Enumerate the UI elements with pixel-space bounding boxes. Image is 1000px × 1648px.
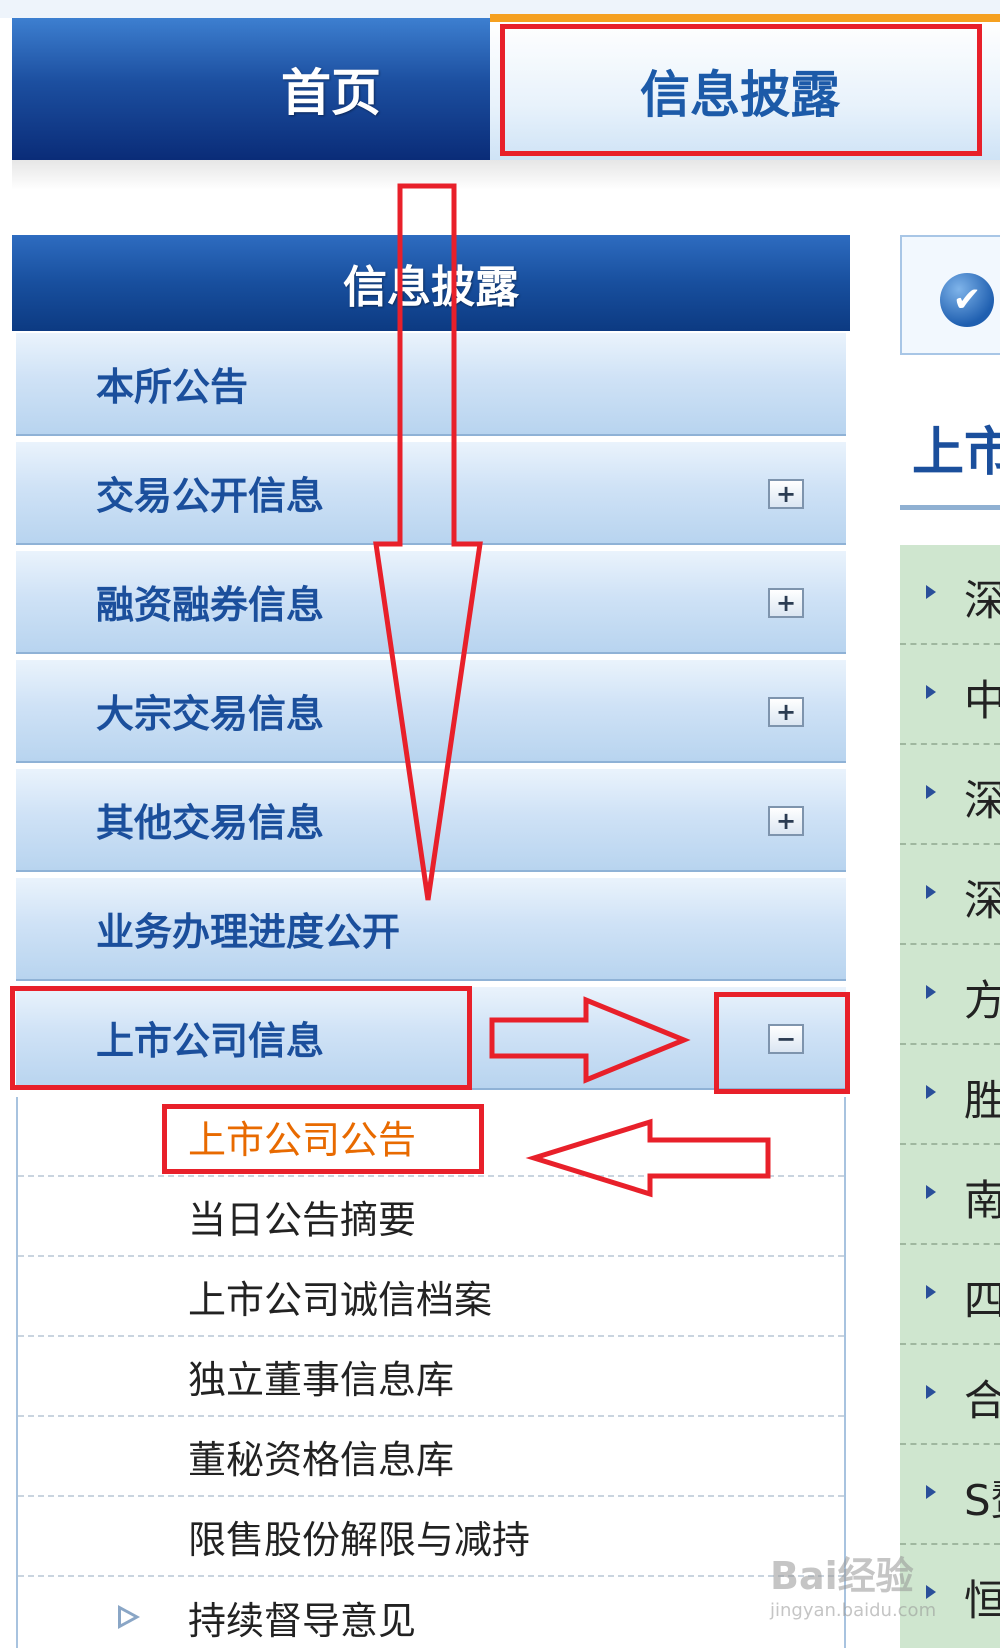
list-item[interactable]: 深 <box>900 745 1000 845</box>
nav-tab-home[interactable]: 首页 <box>12 18 490 160</box>
list-item[interactable]: 方 <box>900 945 1000 1045</box>
triangle-right-icon <box>118 1605 140 1629</box>
list-item-text[interactable]: 南 <box>964 1167 1000 1228</box>
annotation-box-collapse-toggle <box>714 992 850 1094</box>
sidebar-item-label: 其他交易信息 <box>96 801 325 845</box>
sidebar-item-other-trading[interactable]: 其他交易信息 + <box>16 767 846 872</box>
submenu-item-label[interactable]: 上市公司诚信档案 <box>188 1257 492 1335</box>
sidebar: 信息披露 本所公告 交易公开信息 + 融资融券信息 + 大宗交易信息 + 其他交… <box>12 235 850 1648</box>
content-title-divider <box>900 505 1000 510</box>
submenu-item-independent-directors[interactable]: 独立董事信息库 <box>18 1337 844 1417</box>
list-item-text[interactable]: 合 <box>964 1367 1000 1428</box>
list-item-text[interactable]: 恒 <box>964 1567 1000 1628</box>
page: 首页 信息披露 信息披露 本所公告 交易公开信息 + 融资融券信息 + 大宗交易… <box>0 0 1000 1648</box>
list-item[interactable]: 中 <box>900 645 1000 745</box>
list-item-text[interactable]: 中 <box>964 667 1000 728</box>
submenu-item-secretary-qualification[interactable]: 董秘资格信息库 <box>18 1417 844 1497</box>
list-item-text[interactable]: 深 <box>964 567 1000 628</box>
list-item-text[interactable]: S赘 <box>964 1467 1000 1528</box>
list-item[interactable]: 恒 <box>900 1545 1000 1645</box>
annotation-box-listed-company-info <box>10 986 472 1090</box>
bullet-icon <box>926 1285 936 1299</box>
expand-plus-icon[interactable]: + <box>768 479 804 509</box>
sidebar-item-label: 交易公开信息 <box>96 474 325 518</box>
list-item-text[interactable]: 胜 <box>964 1067 1000 1128</box>
right-header-box: ✔ <box>900 235 1000 355</box>
submenu-item-daily-summary[interactable]: 当日公告摘要 <box>18 1177 844 1257</box>
list-item[interactable]: 南 <box>900 1145 1000 1245</box>
submenu-item-label[interactable]: 董秘资格信息库 <box>188 1417 454 1495</box>
list-item-text[interactable]: 四 <box>964 1267 1000 1328</box>
expand-plus-icon[interactable]: + <box>768 806 804 836</box>
expand-plus-icon[interactable]: + <box>768 697 804 727</box>
submenu-item-label[interactable]: 当日公告摘要 <box>188 1177 416 1255</box>
sidebar-item-label: 业务办理进度公开 <box>96 910 401 954</box>
bullet-icon <box>926 1085 936 1099</box>
bullet-icon <box>926 685 936 699</box>
sidebar-item-margin-trading[interactable]: 融资融券信息 + <box>16 549 846 654</box>
sidebar-item-business-progress[interactable]: 业务办理进度公开 <box>16 876 846 981</box>
bullet-icon <box>926 885 936 899</box>
sidebar-item-label: 本所公告 <box>96 365 249 409</box>
submenu-item-restricted-shares[interactable]: 限售股份解限与减持 <box>18 1497 844 1577</box>
submenu-item-label[interactable]: 持续督导意见 <box>188 1577 416 1648</box>
submenu-item-integrity-archive[interactable]: 上市公司诚信档案 <box>18 1257 844 1337</box>
nav-shadow <box>12 160 1000 190</box>
list-item[interactable]: 胜 <box>900 1045 1000 1145</box>
sidebar-item-trading-info[interactable]: 交易公开信息 + <box>16 440 846 545</box>
annotation-box-announcements-link <box>162 1104 484 1174</box>
submenu-item-supervision-opinion[interactable]: 持续督导意见 <box>18 1577 844 1648</box>
list-item[interactable]: 合 <box>900 1345 1000 1445</box>
watermark-url: jingyan.baidu.com <box>770 1600 937 1621</box>
check-circle-icon: ✔ <box>940 273 994 327</box>
list-item[interactable]: 四 <box>900 1245 1000 1345</box>
bullet-icon <box>926 1485 936 1499</box>
submenu-listed-company: 上市公司公告 当日公告摘要 上市公司诚信档案 独立董事信息库 董秘资格信息库 限… <box>16 1097 846 1648</box>
bullet-icon <box>926 785 936 799</box>
bullet-icon <box>926 1385 936 1399</box>
bullet-icon <box>926 585 936 599</box>
nav-tab-active-indicator <box>490 14 1000 22</box>
content-title: 上市 <box>912 423 1000 483</box>
sidebar-item-label: 大宗交易信息 <box>96 692 325 736</box>
sidebar-item-block-trading[interactable]: 大宗交易信息 + <box>16 658 846 763</box>
watermark-logo: Bai经验 <box>770 1554 914 1598</box>
submenu-item-label[interactable]: 限售股份解限与减持 <box>188 1497 530 1575</box>
list-item-text[interactable]: 深 <box>964 767 1000 828</box>
sidebar-item-label: 融资融券信息 <box>96 583 325 627</box>
list-item[interactable]: 深 <box>900 545 1000 645</box>
sidebar-item-exchange-announcements[interactable]: 本所公告 <box>16 331 846 436</box>
announcement-list: 深 中 深 深 方 胜 南 四 合 S 恒 <box>900 545 1000 1648</box>
annotation-box-disclosure-tab <box>500 24 982 156</box>
expand-plus-icon[interactable]: + <box>768 588 804 618</box>
bullet-icon <box>926 985 936 999</box>
list-item[interactable]: S赘 <box>900 1445 1000 1545</box>
list-item-text[interactable]: 方 <box>964 967 1000 1028</box>
list-item-text[interactable]: 深 <box>964 867 1000 928</box>
sidebar-title: 信息披露 <box>12 235 850 331</box>
bullet-icon <box>926 1585 936 1599</box>
submenu-item-label[interactable]: 独立董事信息库 <box>188 1337 454 1415</box>
list-item[interactable]: 深 <box>900 845 1000 945</box>
bullet-icon <box>926 1185 936 1199</box>
